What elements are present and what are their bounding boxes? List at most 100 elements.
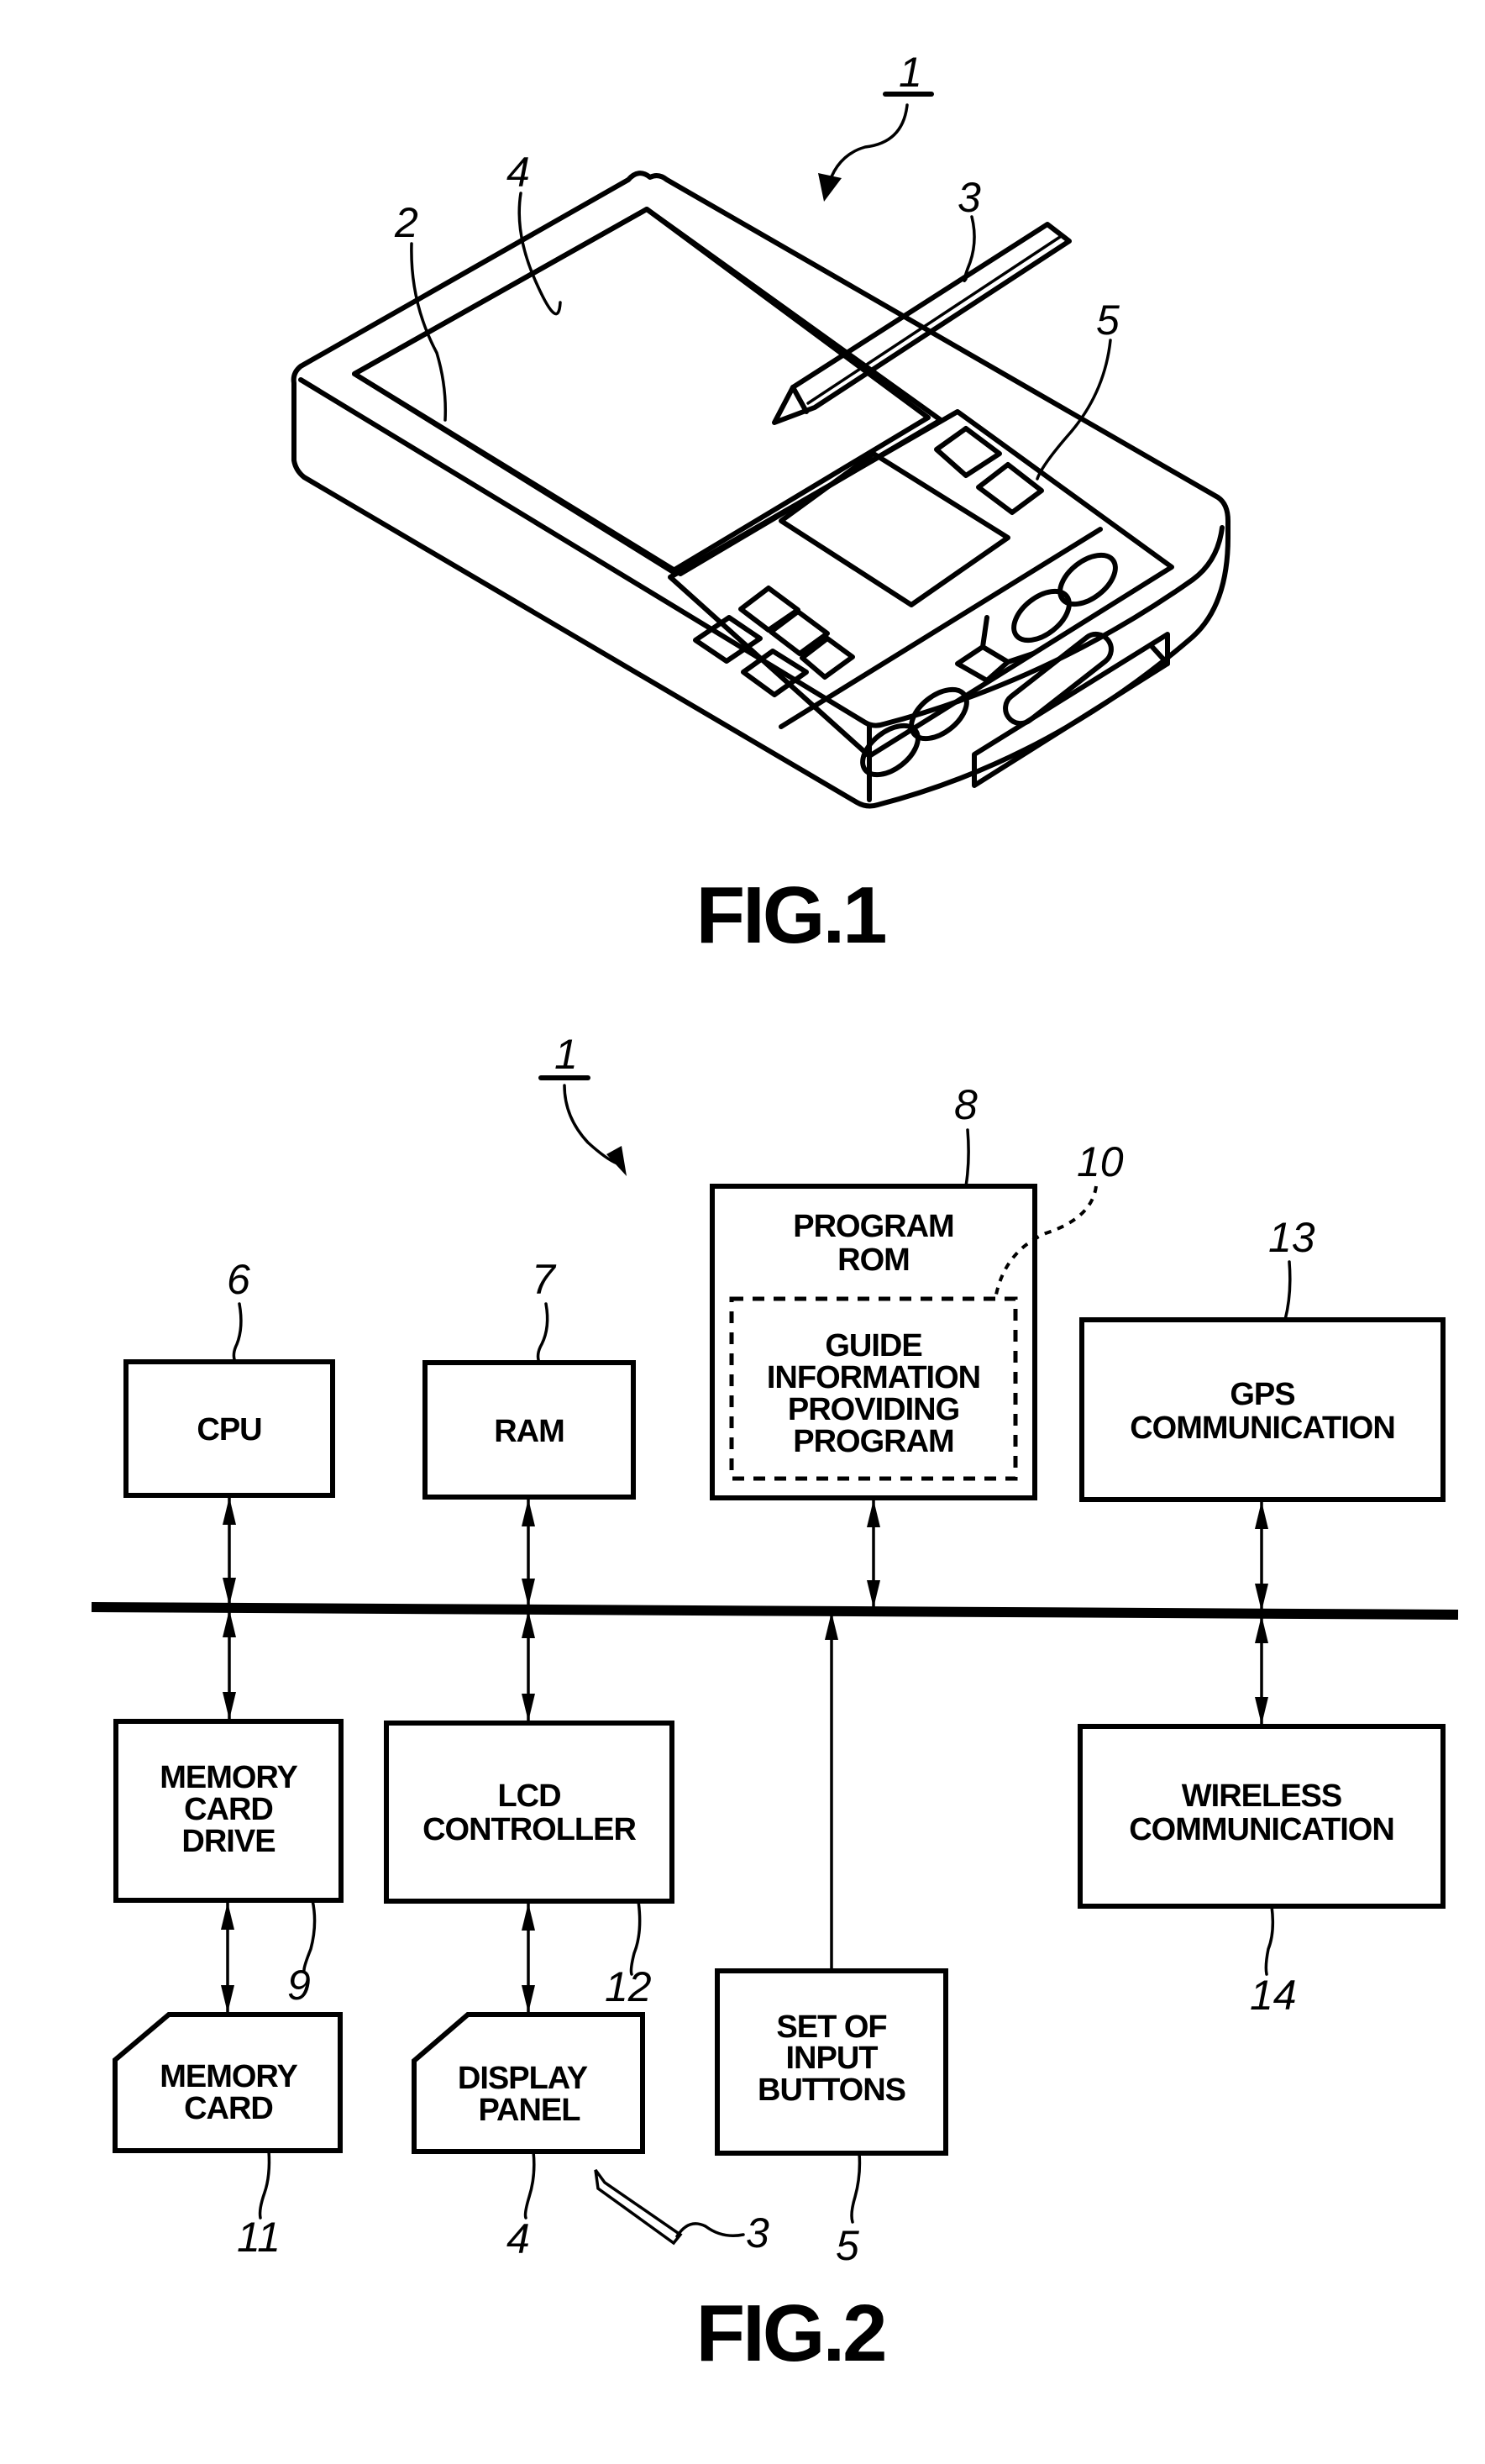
fig1-caption: FIG.1 — [695, 870, 885, 960]
body-leader-2 — [410, 242, 448, 422]
program-rom-label-line2: ROM — [837, 1243, 910, 1278]
lcd-controller-block[interactable]: LCD CONTROLLER — [384, 1721, 674, 1904]
input-buttons-leader — [850, 2151, 862, 2224]
gps-label-line1: GPS — [1230, 1377, 1294, 1412]
gps-ref-numeral: 13 — [1268, 1214, 1315, 1261]
ref-numeral-3: 3 — [958, 174, 981, 221]
device-leader-1 — [826, 103, 909, 191]
arrowhead-down — [1255, 1697, 1268, 1725]
arrowhead-up — [223, 1610, 236, 1637]
memory-card-drive-label-line2: CARD — [184, 1792, 273, 1827]
buttons-leader-5 — [1036, 339, 1112, 481]
fig2-caption: FIG.2 — [695, 2288, 884, 2378]
display-panel-block[interactable]: DISPLAY PANEL — [412, 2012, 645, 2154]
arrowhead-down — [867, 1580, 880, 1608]
arrowhead-up — [1255, 1616, 1268, 1643]
arrowhead-down — [223, 1692, 236, 1720]
program-rom-block[interactable]: PROGRAM ROM GUIDE INFORMATION PROVIDING … — [710, 1184, 1037, 1500]
stylus-body — [772, 222, 1072, 425]
cpu-block[interactable]: CPU — [123, 1359, 335, 1498]
device-screen-bezel — [352, 207, 943, 576]
wireless-block[interactable]: WIRELESS COMMUNICATION — [1078, 1724, 1446, 1909]
guide-program-label-line2: INFORMATION — [767, 1360, 980, 1395]
ref-numeral-2: 2 — [394, 199, 418, 246]
program-rom-label-line1: PROGRAM — [793, 1209, 953, 1244]
input-buttons-block[interactable]: SET OF INPUT BUTTONS — [715, 1968, 948, 2156]
arrowhead-down — [1255, 1584, 1268, 1611]
display-panel-leader — [523, 2150, 536, 2220]
cpu-label: CPU — [197, 1412, 261, 1447]
display-panel-label-line2: PANEL — [479, 2093, 581, 2128]
display-panel-label-line1: DISPLAY — [458, 2061, 588, 2096]
arrowhead-up — [522, 1499, 535, 1526]
gps-block[interactable]: GPS COMMUNICATION — [1079, 1317, 1446, 1502]
arrowhead-up — [1255, 1501, 1268, 1529]
lcd-controller-ref-numeral: 12 — [605, 1963, 652, 2010]
oval-button[interactable] — [1005, 581, 1078, 649]
memory-card-ref-numeral: 11 — [237, 2214, 281, 2261]
arrowhead-up — [221, 1902, 234, 1930]
memory-card-label-line1: MEMORY — [160, 2059, 297, 2094]
arrowhead-down — [223, 1578, 236, 1605]
fig2-block-diagram: 1 CPU 6 RAM 7 PROGRAM ROM GUIDE INFORMAT… — [91, 1031, 1459, 2269]
ref-numeral-4: 4 — [506, 149, 530, 196]
fig2-stylus-illustration — [594, 2168, 745, 2246]
stylus-ref-numeral: 3 — [746, 2209, 769, 2256]
memory-card-block[interactable]: MEMORY CARD — [113, 2012, 343, 2153]
gps-leader — [1283, 1260, 1292, 1321]
arrowhead-up — [522, 1610, 535, 1638]
guide-program-label-line1: GUIDE — [825, 1328, 921, 1363]
ram-leader — [536, 1302, 549, 1364]
memory-card-drive-label-line3: DRIVE — [181, 1824, 275, 1859]
cpu-ref-numeral: 6 — [227, 1256, 250, 1303]
display-panel-ref-numeral: 4 — [506, 2215, 530, 2262]
system-bus — [91, 1602, 1459, 1620]
arrowhead-up — [223, 1497, 236, 1525]
display-leader-4 — [517, 192, 562, 316]
input-buttons-label-line2: INPUT — [786, 2041, 879, 2076]
center-dpad — [779, 451, 1010, 607]
memory-card-drive-leader — [302, 1899, 317, 1972]
arrowhead-down — [522, 1579, 535, 1606]
input-buttons-label-line3: BUTTONS — [758, 2073, 905, 2108]
program-rom-leader — [964, 1128, 970, 1188]
cpu-leader — [232, 1302, 243, 1363]
stylus-highlight — [806, 235, 1062, 405]
input-buttons-ref-numeral: 5 — [836, 2222, 859, 2269]
arrowhead-up — [522, 1903, 535, 1931]
arrowhead-down — [522, 1694, 535, 1721]
arrowhead-down — [221, 1985, 234, 2013]
memory-card-drive-block[interactable]: MEMORY CARD DRIVE — [113, 1719, 344, 1903]
fig2-stylus-body — [594, 2168, 683, 2246]
memory-card-label-line2: CARD — [184, 2091, 273, 2126]
device-leader-arrowhead — [818, 173, 842, 202]
input-buttons-label-line1: SET OF — [776, 2010, 886, 2045]
patent-drawing-sheet: 1 2 3 4 5 FIG.1 1 CPU 6 RAM 7 PROGRAM RO… — [91, 49, 1459, 2378]
arrowhead-up — [867, 1500, 880, 1527]
square-button[interactable] — [738, 586, 800, 633]
gps-label-line2: COMMUNICATION — [1130, 1411, 1395, 1446]
square-button[interactable] — [976, 462, 1044, 515]
memory-card-leader — [258, 2149, 271, 2220]
memory-card-drive-label-line1: MEMORY — [160, 1760, 297, 1795]
fig2-stylus-leader — [675, 2222, 745, 2238]
fig2-device-leader — [563, 1084, 619, 1165]
wireless-label-line1: WIRELESS — [1182, 1778, 1341, 1814]
ref-numeral-1: 1 — [899, 49, 922, 96]
ram-ref-numeral: 7 — [532, 1256, 557, 1303]
ram-label: RAM — [494, 1414, 564, 1449]
square-buttons — [693, 426, 1044, 697]
guide-program-label-line3: PROVIDING — [788, 1392, 959, 1427]
fig2-ref-numeral-1: 1 — [554, 1031, 578, 1078]
fig1-device-illustration: 1 2 3 4 5 — [291, 49, 1231, 809]
device-front-edge — [298, 377, 1225, 728]
stylus-illustration — [772, 222, 1072, 425]
wireless-leader — [1264, 1904, 1275, 1976]
oval-buttons — [860, 552, 1118, 778]
program-rom-ref-numeral: 8 — [954, 1081, 978, 1128]
ram-block[interactable]: RAM — [422, 1360, 636, 1500]
wireless-label-line2: COMMUNICATION — [1129, 1812, 1394, 1847]
rocker-button[interactable] — [955, 615, 1036, 683]
lcd-controller-label-line2: CONTROLLER — [422, 1812, 636, 1847]
ref-numeral-5: 5 — [1096, 297, 1120, 344]
